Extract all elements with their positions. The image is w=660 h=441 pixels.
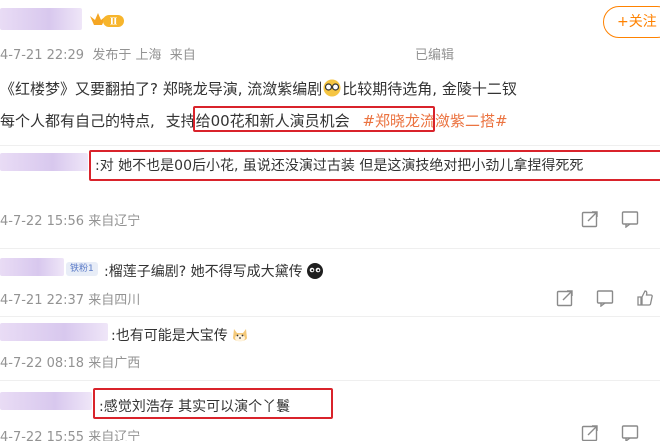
post-source: 发布于 上海: [92, 48, 162, 63]
post-client: 来自: [169, 48, 196, 63]
vip-level-text: Ⅱ: [110, 18, 118, 28]
post-text-line-1: 《红楼梦》又要翻拍了? 郑晓龙导演, 流潋紫编剧 比较期待选角, 金陵十二钗: [0, 78, 517, 99]
fan-badge: 铁粉1: [66, 262, 98, 276]
follow-button-label: +关注: [617, 14, 657, 30]
post-meta: 4-7-21 22:29 发布于 上海 来自: [0, 44, 196, 63]
follow-button[interactable]: +关注: [603, 6, 660, 38]
comment-time: 4-7-22 08:18 来自广西: [0, 356, 141, 371]
post-timestamp[interactable]: 4-7-21 22:29: [0, 48, 84, 63]
share-icon[interactable]: [556, 289, 574, 307]
like-icon[interactable]: [636, 289, 654, 307]
comment-text-body: :榴莲子编剧? 她不得写成大黛传: [104, 264, 303, 280]
post-text-1a: 《红楼梦》又要翻拍了? 郑晓龙导演, 流潋紫编剧: [0, 80, 323, 98]
highlight-box-comment: [93, 388, 333, 419]
shiba-dog-emoji-icon: [231, 326, 249, 344]
comment-icon[interactable]: [596, 289, 614, 307]
comment-icon[interactable]: [621, 424, 639, 441]
black-creature-emoji-icon: [306, 262, 324, 280]
blurred-username[interactable]: [0, 8, 82, 30]
comment-icon[interactable]: [621, 210, 639, 228]
edited-label[interactable]: 已编辑: [415, 44, 454, 63]
post-text-1b: 比较期待选角, 金陵十二钗: [342, 80, 517, 98]
blurred-username[interactable]: [0, 153, 88, 171]
post-text-2a: 每个人都有自己的特点,: [0, 112, 155, 130]
share-icon[interactable]: [581, 210, 599, 228]
highlight-box-post: [193, 106, 435, 132]
blurred-username[interactable]: [0, 323, 108, 341]
comment-text: :也有可能是大宝传: [111, 325, 249, 345]
comment-time: 4-7-22 15:55 来自辽宁: [0, 430, 141, 441]
fan-badge-label: 铁粉1: [70, 264, 94, 274]
comment-time: 4-7-21 22:37 来自四川: [0, 293, 141, 308]
comment-text: :榴莲子编剧? 她不得写成大黛传: [104, 261, 324, 281]
share-icon[interactable]: [581, 424, 599, 441]
glasses-emoji-icon: [322, 79, 342, 97]
comment-text-body: :也有可能是大宝传: [111, 328, 228, 344]
blurred-username[interactable]: [0, 392, 92, 410]
highlight-box-comment: [89, 150, 660, 181]
comment-time: 4-7-22 15:56 来自辽宁: [0, 214, 141, 229]
vip-crown-icon: Ⅱ: [88, 10, 126, 30]
blurred-username[interactable]: [0, 258, 64, 276]
